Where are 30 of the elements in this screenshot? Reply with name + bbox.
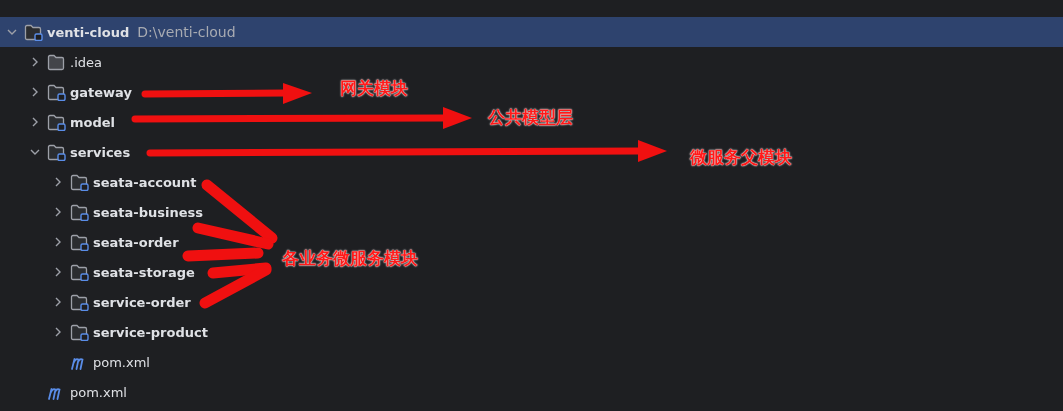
module-folder-icon xyxy=(70,263,89,281)
project-path: D:\venti-cloud xyxy=(137,24,236,40)
module-folder-icon xyxy=(47,143,66,161)
selected-tree-row[interactable]: venti-cloud D:\venti-cloud xyxy=(0,17,1063,47)
tree-item-label[interactable]: seata-order xyxy=(93,234,179,250)
tree-item-label[interactable]: service-order xyxy=(93,294,191,310)
annotation-label: 公共模型层 xyxy=(488,106,573,129)
tree-item-label[interactable]: model xyxy=(70,114,116,130)
tree-item-label[interactable]: venti-cloud xyxy=(47,24,130,40)
module-folder-icon xyxy=(70,233,89,251)
module-folder-icon xyxy=(70,173,89,191)
tree-item-label[interactable]: pom.xml xyxy=(70,384,127,400)
folder-icon xyxy=(47,53,66,71)
module-folder-icon xyxy=(70,323,89,341)
module-folder-icon xyxy=(24,23,43,41)
tree-item-label[interactable]: services xyxy=(70,144,131,160)
tree-item-label[interactable]: .idea xyxy=(70,54,102,70)
tree-item-label[interactable]: seata-account xyxy=(93,174,197,190)
tree-item-label[interactable]: pom.xml xyxy=(93,354,150,370)
module-folder-icon xyxy=(70,293,89,311)
module-folder-icon xyxy=(70,203,89,221)
annotation-label: 微服务父模块 xyxy=(690,146,792,169)
module-folder-icon xyxy=(47,113,66,131)
tree-item-label[interactable]: seata-business xyxy=(93,204,203,220)
tree-item-label[interactable]: seata-storage xyxy=(93,264,195,280)
tree-item-label[interactable]: gateway xyxy=(70,84,132,100)
module-folder-icon xyxy=(47,83,66,101)
annotation-label: 网关模块 xyxy=(340,77,408,100)
annotation-label: 各业务微服务模块 xyxy=(282,247,418,270)
tree-item-label[interactable]: service-product xyxy=(93,324,208,340)
